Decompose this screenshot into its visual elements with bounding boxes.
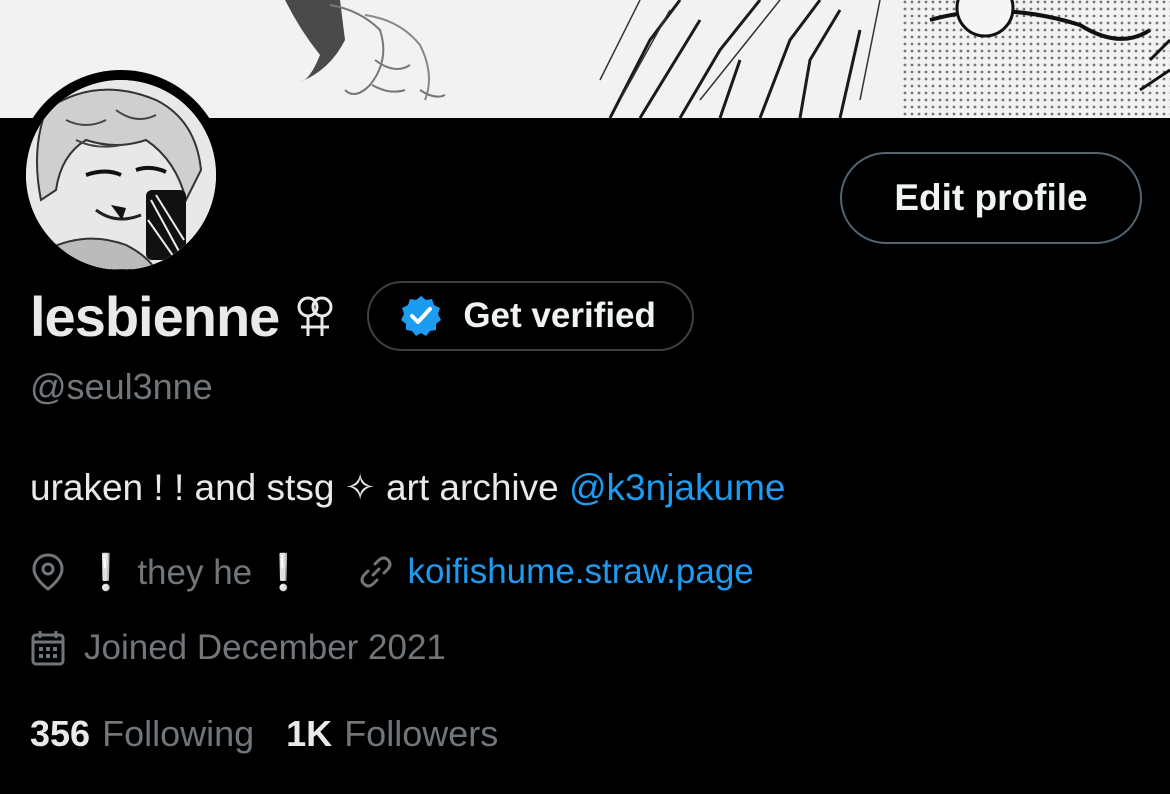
name-row: lesbienne Get verified: [30, 280, 694, 352]
display-name: lesbienne: [30, 284, 280, 348]
link-icon: [360, 556, 392, 588]
following-count: 356: [30, 713, 91, 754]
lesbian-symbol-icon: [297, 296, 333, 336]
joined-date: Joined December 2021: [84, 628, 446, 667]
location-pronouns: they he: [127, 552, 262, 592]
followers-count: 1K: [286, 713, 333, 754]
website-link[interactable]: koifishume.straw.page: [407, 552, 753, 592]
profile-meta-row: ❕ they he ❕ koifishume.straw.page: [30, 548, 754, 596]
get-verified-button[interactable]: Get verified: [367, 281, 694, 351]
verified-badge-icon: [401, 296, 442, 336]
location-pin-icon: [32, 553, 64, 591]
calendar-icon: [31, 631, 65, 666]
following-label: Following: [102, 713, 255, 754]
follow-stats: 356 Following 1K Followers: [30, 710, 498, 758]
exclamation-end: ❕: [261, 552, 306, 592]
profile-bio: uraken ! ! and stsg ✧ art archive @k3nja…: [30, 466, 785, 509]
location-text: ❕ they he ❕: [84, 552, 305, 593]
user-handle: @seul3nne: [30, 366, 213, 407]
exclamation-start: ❕: [84, 552, 128, 592]
profile-avatar[interactable]: [16, 70, 226, 280]
followers-label: Followers: [344, 713, 499, 754]
edit-profile-button[interactable]: Edit profile: [840, 152, 1142, 244]
followers-link[interactable]: 1K Followers: [286, 713, 498, 755]
get-verified-label: Get verified: [463, 296, 656, 335]
bio-text: uraken ! ! and stsg ✧ art archive: [30, 467, 569, 508]
avatar-image: [26, 80, 216, 270]
joined-row: Joined December 2021: [30, 624, 446, 672]
following-link[interactable]: 356 Following: [30, 713, 254, 755]
bio-mention-link[interactable]: @k3njakume: [569, 467, 786, 508]
